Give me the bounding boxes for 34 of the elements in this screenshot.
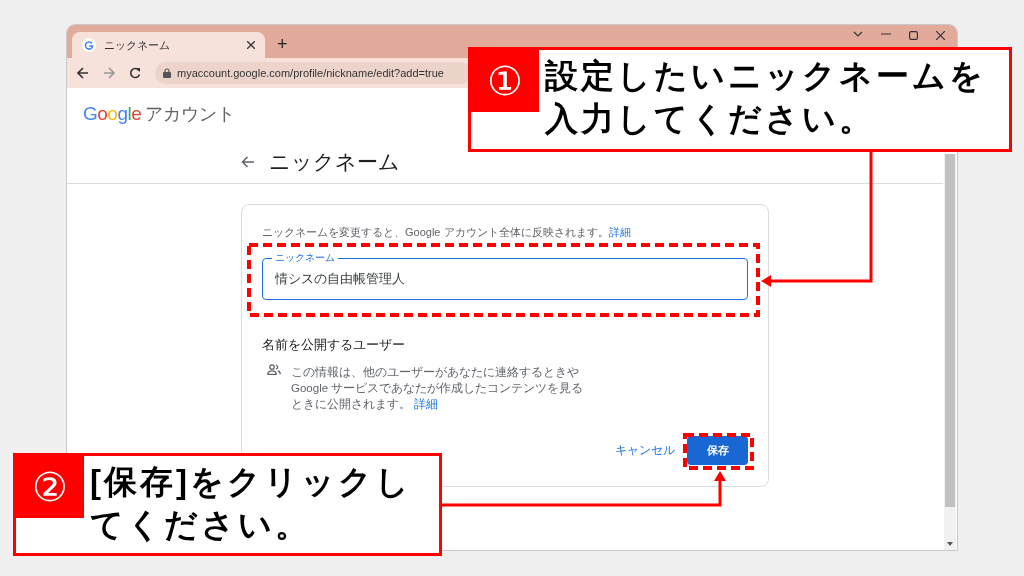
details-link[interactable]: 詳細 bbox=[608, 226, 631, 238]
step-number: ② bbox=[16, 456, 84, 518]
intro-text: ニックネームを変更すると、Google アカウント全体に反映されます。詳細 bbox=[262, 225, 632, 240]
product-name: アカウント bbox=[145, 103, 236, 126]
back-arrow-icon[interactable] bbox=[77, 67, 89, 79]
scroll-down-arrow-icon[interactable] bbox=[947, 542, 953, 546]
field-label: ニックネーム bbox=[272, 252, 338, 264]
details-link[interactable]: 詳細 bbox=[414, 398, 439, 410]
chevron-down-icon[interactable] bbox=[853, 31, 863, 37]
page-title: ニックネーム bbox=[269, 149, 400, 175]
google-logo: Google bbox=[83, 103, 142, 125]
callout-text: 設定したいニックネームを入力してください。 bbox=[545, 56, 987, 139]
close-icon[interactable] bbox=[936, 31, 945, 40]
cancel-button[interactable]: キャンセル bbox=[615, 443, 675, 458]
save-button[interactable]: 保存 bbox=[687, 436, 748, 465]
lock-icon bbox=[163, 68, 171, 78]
people-icon bbox=[267, 364, 281, 375]
favicon-icon bbox=[82, 38, 96, 52]
back-arrow-icon[interactable] bbox=[241, 156, 255, 168]
reload-icon[interactable] bbox=[129, 67, 141, 79]
field-value: 情シスの自由帳管理人 bbox=[275, 270, 405, 288]
close-icon[interactable] bbox=[247, 41, 255, 49]
highlight-frame bbox=[683, 433, 754, 470]
new-tab-button[interactable]: + bbox=[277, 34, 288, 54]
callout-text: [保存]をクリックしてください。 bbox=[90, 462, 413, 545]
url-text: myaccount.google.com/profile/nickname/edit?add=true bbox=[177, 67, 444, 79]
step-number: ① bbox=[471, 50, 539, 112]
tab-title: ニックネーム bbox=[104, 37, 171, 53]
visibility-description: この情報は、他のユーザーがあなたに連絡するときや Google サービスであなたが作成したコンテンツを見るときに公開されます。 詳細 bbox=[291, 365, 585, 412]
address-bar[interactable]: myaccount.google.com/profile/nickname/edit?add=true bbox=[155, 62, 471, 84]
scrollbar[interactable] bbox=[944, 154, 956, 550]
maximize-icon[interactable] bbox=[909, 31, 918, 40]
section-title: 名前を公開するユーザー bbox=[262, 336, 406, 354]
browser-tab[interactable]: ニックネーム bbox=[72, 32, 265, 58]
